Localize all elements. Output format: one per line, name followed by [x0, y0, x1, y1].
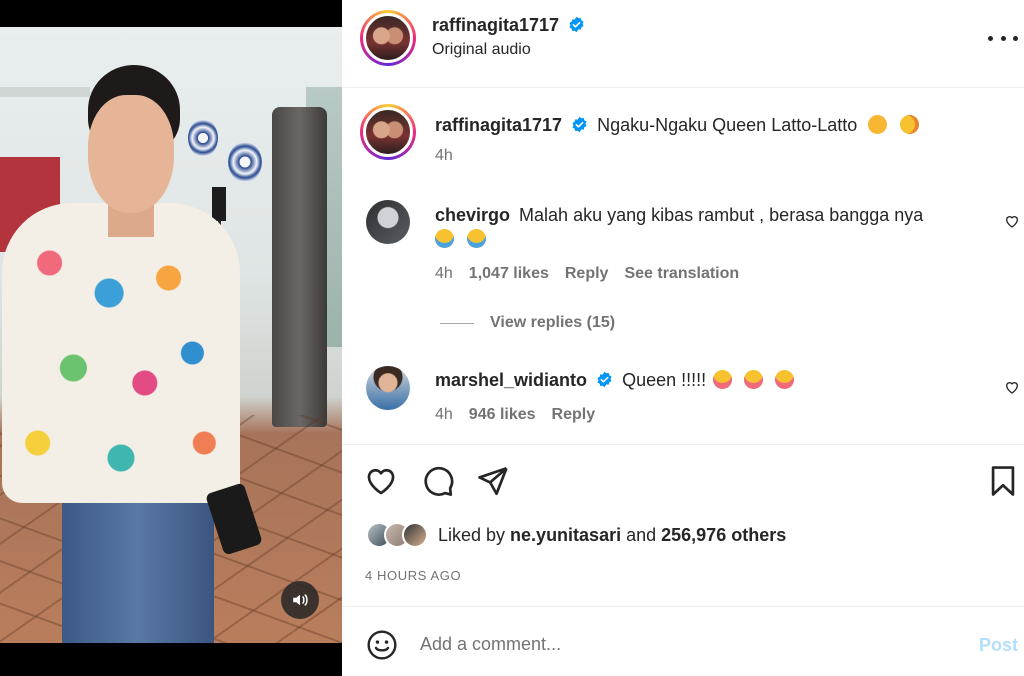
liker-avatar[interactable]: [402, 522, 428, 548]
more-options-icon[interactable]: [988, 28, 1018, 48]
audio-label[interactable]: Original audio: [432, 41, 585, 59]
sound-toggle-button[interactable]: [281, 581, 319, 619]
comment-input[interactable]: Add a comment...: [420, 634, 561, 655]
decorative-plate: [228, 142, 262, 182]
replies-divider: [440, 322, 474, 324]
person-face: [88, 95, 174, 213]
actions-divider: [342, 444, 1024, 445]
comment: marshel_widianto Queen !!!!!: [435, 368, 795, 392]
likes-summary: Liked by ne.yunitasari and 256,976 other…: [366, 522, 786, 548]
author-username[interactable]: raffinagita1717: [432, 15, 559, 35]
post-header: raffinagita1717 Original audio: [342, 0, 1024, 88]
decorative-plate: [188, 119, 218, 157]
share-icon[interactable]: [476, 464, 510, 498]
hand-over-mouth-emoji-icon: [868, 115, 888, 134]
see-translation-button[interactable]: See translation: [624, 265, 739, 283]
post-button[interactable]: Post: [979, 635, 1018, 656]
heart-icon[interactable]: [364, 464, 398, 498]
caption: raffinagita1717 Ngaku-Ngaku Queen Latto-…: [435, 113, 920, 137]
tears-of-joy-emoji-icon: [435, 229, 454, 248]
caption-username[interactable]: raffinagita1717: [435, 115, 562, 135]
heart-eyes-emoji-icon: [775, 370, 795, 389]
sound-icon: [293, 594, 308, 606]
verified-badge-icon: [597, 371, 612, 388]
person-shirt: [2, 203, 240, 503]
comment-meta: 4h 946 likes Reply: [435, 406, 595, 424]
comment-likes[interactable]: 1,047 likes: [469, 265, 549, 283]
comment-likes[interactable]: 946 likes: [469, 406, 536, 424]
caption-age: 4h: [435, 147, 453, 164]
comment-text: Queen !!!!!: [622, 370, 707, 390]
video-frame[interactable]: [0, 27, 342, 643]
comment-icon[interactable]: [421, 464, 455, 498]
post-media[interactable]: [0, 0, 342, 676]
pillar: [272, 107, 327, 427]
view-replies-button[interactable]: View replies (15): [440, 314, 615, 332]
heart-eyes-emoji-icon: [744, 370, 764, 389]
verified-badge-icon: [569, 16, 584, 33]
likes-prefix: Liked by: [438, 524, 506, 545]
comment: chevirgo Malah aku yang kibas rambut , b…: [435, 203, 955, 251]
comment-age: 4h: [435, 406, 453, 423]
comment-age: 4h: [435, 265, 453, 282]
caption-text: Ngaku-Ngaku Queen Latto-Latto: [597, 115, 858, 135]
post-timestamp: 4 HOURS AGO: [365, 568, 462, 583]
caption-meta: 4h: [435, 147, 453, 165]
likes-and: and: [626, 524, 657, 545]
verified-badge-icon: [572, 116, 587, 133]
author-info: raffinagita1717 Original audio: [432, 15, 585, 59]
likes-others[interactable]: 256,976 others: [661, 525, 786, 546]
tears-of-joy-emoji-icon: [467, 229, 487, 248]
comment-username[interactable]: marshel_widianto: [435, 370, 587, 390]
commenter-avatar[interactable]: [366, 200, 410, 244]
heart-eyes-emoji-icon: [713, 370, 733, 389]
author-avatar[interactable]: [360, 10, 416, 66]
like-comment-heart-icon[interactable]: [1004, 379, 1020, 395]
reply-button[interactable]: Reply: [565, 265, 609, 283]
reply-button[interactable]: Reply: [552, 406, 596, 424]
commenter-avatar[interactable]: [366, 366, 410, 410]
doorframe: [0, 87, 90, 97]
bookmark-icon[interactable]: [986, 464, 1020, 498]
post-details-panel: raffinagita1717 Original audio raffinagi…: [342, 0, 1024, 676]
rofl-emoji-icon: [900, 115, 920, 134]
first-liker[interactable]: ne.yunitasari: [510, 525, 621, 546]
comment-username[interactable]: chevirgo: [435, 205, 510, 225]
person-jeans: [62, 487, 214, 643]
caption-author-avatar[interactable]: [360, 104, 416, 160]
emoji-icon[interactable]: [366, 629, 398, 661]
comment-text: Malah aku yang kibas rambut , berasa ban…: [519, 205, 924, 225]
comment-meta: 4h 1,047 likes Reply See translation: [435, 265, 739, 283]
view-replies-label[interactable]: View replies (15): [490, 314, 615, 332]
speaker: [212, 187, 226, 221]
like-comment-heart-icon[interactable]: [1004, 213, 1020, 229]
comment-bar: Add a comment... Post: [342, 606, 1024, 676]
